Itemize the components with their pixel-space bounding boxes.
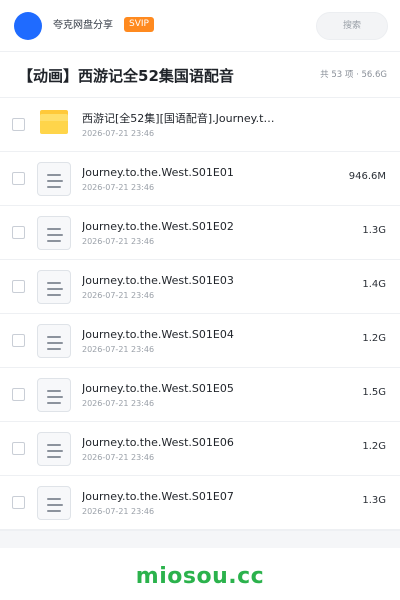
document-icon (37, 162, 71, 196)
select-checkbox[interactable] (12, 118, 25, 131)
file-name: Journey.to.the.West.S01E03 (82, 274, 234, 287)
item-summary: 共 53 项 · 56.6G (320, 70, 387, 80)
list-item[interactable]: Journey.to.the.West.S01E04 2026-07-21 23:… (0, 314, 400, 368)
file-size: 946.6M (348, 171, 386, 182)
file-size: 1.2G (362, 441, 386, 452)
file-date: 2026-07-21 23:46 (82, 453, 155, 462)
folder-icon (40, 110, 68, 134)
document-icon (37, 216, 71, 250)
select-checkbox[interactable] (12, 172, 25, 185)
file-date: 2026-07-21 23:46 (82, 129, 155, 138)
search-input[interactable]: 搜索 (316, 12, 388, 40)
file-name: Journey.to.the.West.S01E06 (82, 436, 234, 449)
avatar[interactable] (14, 12, 42, 40)
file-name: 西游记[全52集][国语配音].Journey.to.the.West (82, 112, 278, 125)
page-title: 【动画】西游记全52集国语配音 (18, 67, 234, 85)
file-name: Journey.to.the.West.S01E05 (82, 382, 234, 395)
list-bottom-divider (0, 530, 400, 548)
list-item[interactable]: Journey.to.the.West.S01E07 2026-07-21 23:… (0, 476, 400, 530)
list-item[interactable]: Journey.to.the.West.S01E02 2026-07-21 23:… (0, 206, 400, 260)
file-size: 1.3G (362, 225, 386, 236)
file-name: Journey.to.the.West.S01E07 (82, 490, 234, 503)
file-date: 2026-07-21 23:46 (82, 291, 155, 300)
file-date: 2026-07-21 23:46 (82, 507, 155, 516)
document-icon (37, 432, 71, 466)
list-item[interactable]: 西游记[全52集][国语配音].Journey.to.the.West 2026-… (0, 98, 400, 152)
document-icon (37, 378, 71, 412)
footer-brand: miosou.cc (135, 564, 265, 589)
select-checkbox[interactable] (12, 442, 25, 455)
file-size: 1.3G (362, 495, 386, 506)
document-icon (37, 486, 71, 520)
select-checkbox[interactable] (12, 334, 25, 347)
select-checkbox[interactable] (12, 226, 25, 239)
file-date: 2026-07-21 23:46 (82, 399, 155, 408)
file-size: 1.5G (362, 387, 386, 398)
file-name: Journey.to.the.West.S01E01 (82, 166, 234, 179)
list-item[interactable]: Journey.to.the.West.S01E06 2026-07-21 23:… (0, 422, 400, 476)
file-date: 2026-07-21 23:46 (82, 183, 155, 192)
list-item[interactable]: Journey.to.the.West.S01E05 2026-07-21 23:… (0, 368, 400, 422)
file-size: 1.2G (362, 333, 386, 344)
share-owner-name: 夸克网盘分享 (53, 20, 113, 31)
file-size: 1.4G (362, 279, 386, 290)
document-icon (37, 270, 71, 304)
select-checkbox[interactable] (12, 388, 25, 401)
file-name: Journey.to.the.West.S01E04 (82, 328, 234, 341)
document-icon (37, 324, 71, 358)
select-checkbox[interactable] (12, 496, 25, 509)
list-item[interactable]: Journey.to.the.West.S01E03 2026-07-21 23:… (0, 260, 400, 314)
file-list: 西游记[全52集][国语配音].Journey.to.the.West 2026-… (0, 98, 400, 530)
title-bar: 【动画】西游记全52集国语配音 共 53 项 · 56.6G (0, 52, 400, 98)
svip-badge: SVIP (124, 17, 154, 32)
file-date: 2026-07-21 23:46 (82, 237, 155, 246)
file-name: Journey.to.the.West.S01E02 (82, 220, 234, 233)
top-bar: 夸克网盘分享 SVIP 搜索 (0, 0, 400, 52)
select-checkbox[interactable] (12, 280, 25, 293)
file-date: 2026-07-21 23:46 (82, 345, 155, 354)
list-item[interactable]: Journey.to.the.West.S01E01 2026-07-21 23:… (0, 152, 400, 206)
